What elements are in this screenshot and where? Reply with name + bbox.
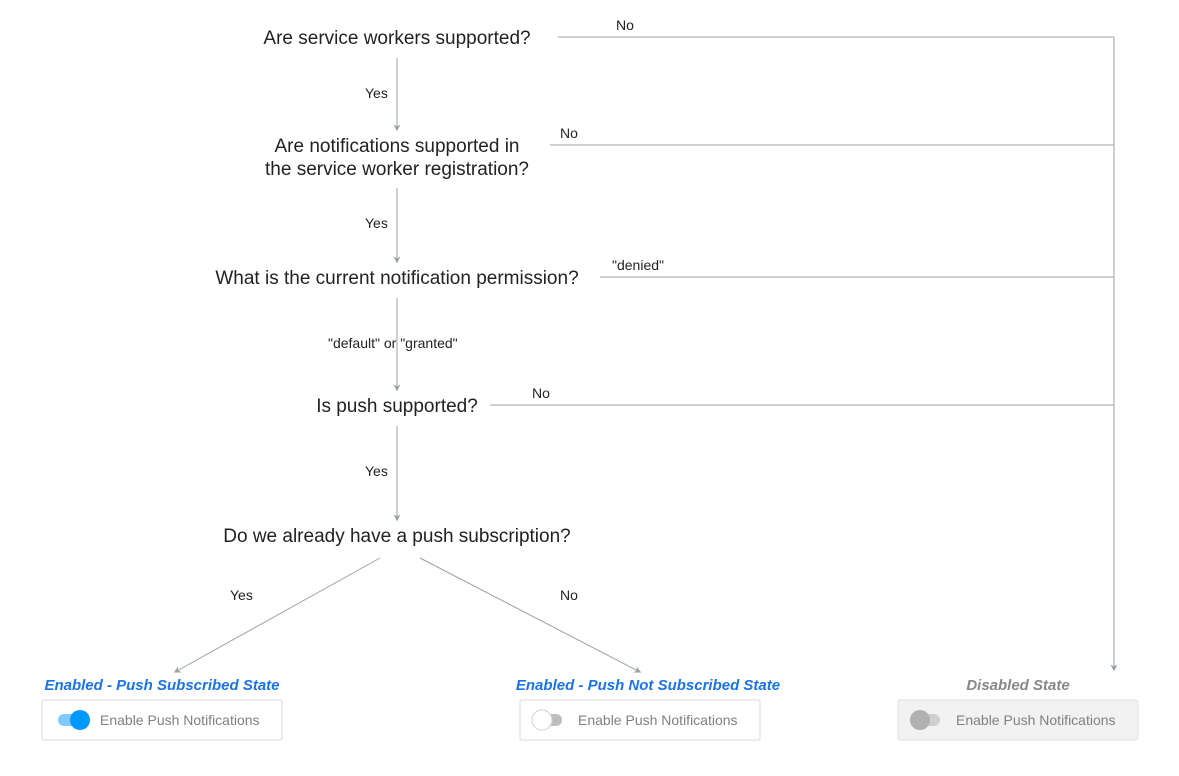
edge-q4-no: No — [532, 385, 550, 401]
question-2-line1: Are notifications supported in — [274, 136, 519, 157]
flowchart-diagram: Are service workers supported? Yes No Ar… — [0, 0, 1179, 776]
card-not-subscribed: Enable Push Notifications — [520, 700, 760, 740]
card-disabled-label: Enable Push Notifications — [956, 712, 1116, 728]
card-disabled: Enable Push Notifications — [898, 700, 1138, 740]
state-not-subscribed-label: Enabled - Push Not Subscribed State — [516, 677, 780, 694]
card-subscribed: Enable Push Notifications — [42, 700, 282, 740]
question-2-line2: the service worker registration? — [265, 159, 529, 180]
question-1: Are service workers supported? — [263, 28, 530, 49]
edge-q5-yes: Yes — [230, 587, 253, 603]
arrow-q5-yes — [175, 558, 380, 672]
card-not-subscribed-label: Enable Push Notifications — [578, 712, 738, 728]
edge-q1-no: No — [616, 17, 634, 33]
edge-q2-no: No — [560, 125, 578, 141]
arrow-q5-no — [420, 558, 640, 672]
state-subscribed-label: Enabled - Push Subscribed State — [44, 677, 279, 694]
edge-q2-yes: Yes — [365, 215, 388, 231]
edge-q3-default: "default" or "granted" — [328, 335, 458, 351]
edge-q3-denied: "denied" — [612, 257, 664, 273]
state-disabled-label: Disabled State — [966, 677, 1069, 694]
question-4: Is push supported? — [316, 396, 478, 417]
question-5: Do we already have a push subscription? — [223, 526, 570, 547]
card-subscribed-label: Enable Push Notifications — [100, 712, 260, 728]
edge-q5-no: No — [560, 587, 578, 603]
edge-q4-yes: Yes — [365, 463, 388, 479]
question-3: What is the current notification permiss… — [215, 268, 578, 289]
edge-q1-yes: Yes — [365, 85, 388, 101]
